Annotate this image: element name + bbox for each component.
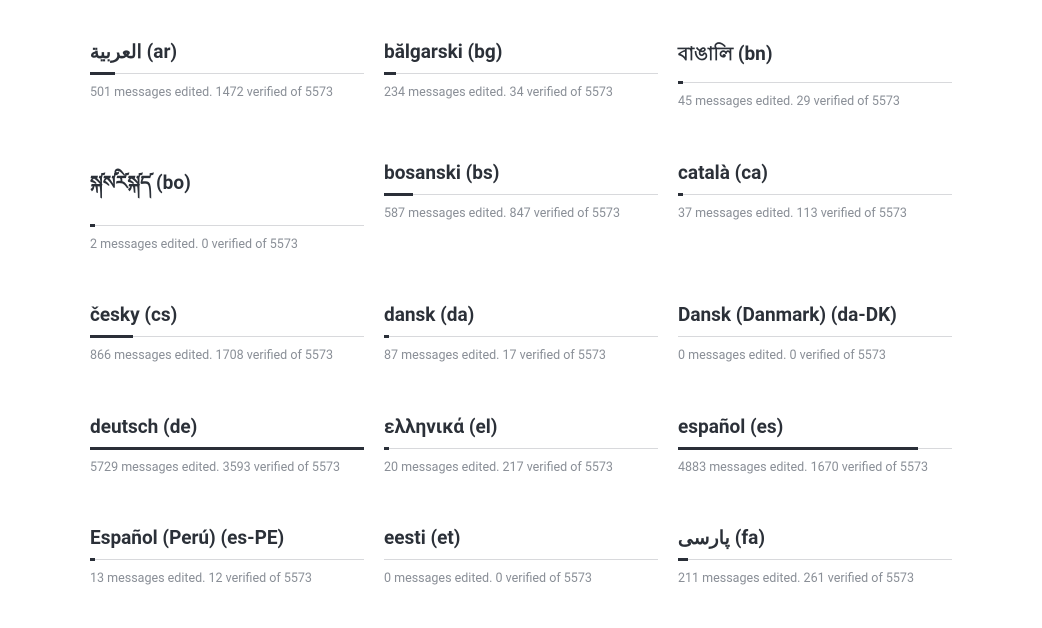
language-card[interactable]: বাঙালি (bn) 45 messages edited. 29 verifi… <box>678 40 952 111</box>
progress-track <box>384 336 658 337</box>
progress-track <box>678 336 952 337</box>
language-title[interactable]: česky (cs) <box>90 303 364 326</box>
progress-track <box>384 448 658 449</box>
progress-fill <box>678 81 683 84</box>
language-title[interactable]: dansk (da) <box>384 303 658 326</box>
progress-track <box>678 82 952 83</box>
language-stats: 5729 messages edited. 3593 verified of 5… <box>90 459 364 477</box>
progress-track <box>90 336 364 337</box>
language-card[interactable]: ελληνικά (el) 20 messages edited. 217 ver… <box>384 415 658 477</box>
progress-fill <box>678 193 683 196</box>
progress-fill <box>90 224 95 227</box>
language-title[interactable]: bălgarski (bg) <box>384 40 658 63</box>
progress-fill <box>384 335 389 338</box>
language-title[interactable]: eesti (et) <box>384 526 658 549</box>
language-card[interactable]: deutsch (de) 5729 messages edited. 3593 v… <box>90 415 364 477</box>
language-stats: 37 messages edited. 113 verified of 5573 <box>678 205 952 223</box>
progress-track <box>90 73 364 74</box>
progress-track <box>90 559 364 560</box>
language-stats: 13 messages edited. 12 verified of 5573 <box>90 570 364 588</box>
language-title[interactable]: català (ca) <box>678 161 952 184</box>
progress-track <box>90 448 364 449</box>
progress-fill <box>90 335 133 338</box>
progress-fill <box>678 558 688 561</box>
language-card[interactable]: česky (cs) 866 messages edited. 1708 veri… <box>90 303 364 365</box>
language-title[interactable]: སྐ༹ས༹རི༹སྐ༹ད༹ (bo) <box>90 161 364 215</box>
progress-fill <box>90 447 364 450</box>
language-grid: العربية (ar) 501 messages edited. 1472 ve… <box>90 40 952 588</box>
language-title[interactable]: bosanski (bs) <box>384 161 658 184</box>
language-stats: 211 messages edited. 261 verified of 557… <box>678 570 952 588</box>
language-stats: 20 messages edited. 217 verified of 5573 <box>384 459 658 477</box>
language-title[interactable]: Español (Perú) (es-PE) <box>90 526 364 549</box>
language-card[interactable]: español (es) 4883 messages edited. 1670 v… <box>678 415 952 477</box>
language-stats: 234 messages edited. 34 verified of 5573 <box>384 84 658 102</box>
progress-track <box>384 194 658 195</box>
progress-track <box>678 559 952 560</box>
language-title[interactable]: español (es) <box>678 415 952 438</box>
language-stats: 866 messages edited. 1708 verified of 55… <box>90 347 364 365</box>
language-title[interactable]: ελληνικά (el) <box>384 415 658 438</box>
language-card[interactable]: eesti (et) 0 messages edited. 0 verified … <box>384 526 658 588</box>
language-title[interactable]: deutsch (de) <box>90 415 364 438</box>
language-card[interactable]: català (ca) 37 messages edited. 113 verif… <box>678 161 952 254</box>
language-stats: 587 messages edited. 847 verified of 557… <box>384 205 658 223</box>
language-stats: 2 messages edited. 0 verified of 5573 <box>90 236 364 254</box>
language-stats: 0 messages edited. 0 verified of 5573 <box>384 570 658 588</box>
progress-track <box>90 225 364 226</box>
language-stats: 45 messages edited. 29 verified of 5573 <box>678 93 952 111</box>
language-title[interactable]: বাঙালি (bn) <box>678 40 952 72</box>
language-title[interactable]: پارسی (fa) <box>678 526 952 549</box>
language-card[interactable]: العربية (ar) 501 messages edited. 1472 ve… <box>90 40 364 111</box>
language-stats: 0 messages edited. 0 verified of 5573 <box>678 347 952 365</box>
language-stats: 4883 messages edited. 1670 verified of 5… <box>678 459 952 477</box>
progress-track <box>678 448 952 449</box>
progress-fill <box>384 447 389 450</box>
language-card[interactable]: bosanski (bs) 587 messages edited. 847 ve… <box>384 161 658 254</box>
progress-fill <box>384 72 396 75</box>
progress-fill <box>678 447 918 450</box>
progress-fill <box>90 72 115 75</box>
progress-track <box>384 559 658 560</box>
language-stats: 501 messages edited. 1472 verified of 55… <box>90 84 364 102</box>
language-card[interactable]: dansk (da) 87 messages edited. 17 verifie… <box>384 303 658 365</box>
language-title[interactable]: Dansk (Danmark) (da-DK) <box>678 303 952 326</box>
language-card[interactable]: bălgarski (bg) 234 messages edited. 34 ve… <box>384 40 658 111</box>
language-card[interactable]: Español (Perú) (es-PE) 13 messages edited… <box>90 526 364 588</box>
language-card[interactable]: پارسی (fa) 211 messages edited. 261 verif… <box>678 526 952 588</box>
language-card[interactable]: སྐ༹ས༹རི༹སྐ༹ད༹ (bo) 2 messages edited. 0 v… <box>90 161 364 254</box>
language-card[interactable]: Dansk (Danmark) (da-DK) 0 messages edited… <box>678 303 952 365</box>
language-stats: 87 messages edited. 17 verified of 5573 <box>384 347 658 365</box>
language-title[interactable]: العربية (ar) <box>90 40 364 63</box>
progress-fill <box>384 193 413 196</box>
progress-track <box>384 73 658 74</box>
progress-track <box>678 194 952 195</box>
progress-fill <box>90 558 95 561</box>
